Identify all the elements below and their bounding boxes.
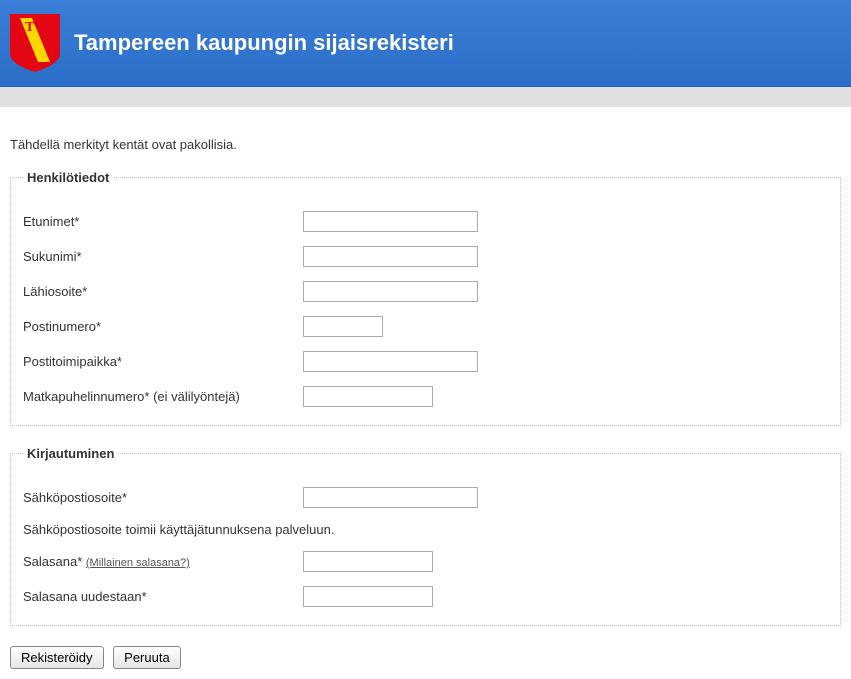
mobile-label: Matkapuhelinnumero* (ei välilyöntejä) <box>23 389 303 404</box>
password-confirm-label: Salasana uudestaan* <box>23 589 303 604</box>
password-confirm-input[interactable] <box>303 586 433 607</box>
password-confirm-row: Salasana uudestaan* <box>23 586 828 607</box>
address-label: Lähiosoite* <box>23 284 303 299</box>
firstname-input[interactable] <box>303 211 478 232</box>
city-row: Postitoimipaikka* <box>23 351 828 372</box>
page-title: Tampereen kaupungin sijaisrekisteri <box>74 30 454 56</box>
mobile-row: Matkapuhelinnumero* (ei välilyöntejä) <box>23 386 828 407</box>
lastname-label: Sukunimi* <box>23 249 303 264</box>
lastname-input[interactable] <box>303 246 478 267</box>
postalcode-label: Postinumero* <box>23 319 303 334</box>
email-label: Sähköpostiosoite* <box>23 490 303 505</box>
city-input[interactable] <box>303 351 478 372</box>
address-row: Lähiosoite* <box>23 281 828 302</box>
password-input[interactable] <box>303 551 433 572</box>
postalcode-row: Postinumero* <box>23 316 828 337</box>
city-label: Postitoimipaikka* <box>23 354 303 369</box>
personal-info-legend: Henkilötiedot <box>23 170 113 185</box>
login-legend: Kirjautuminen <box>23 446 118 461</box>
personal-info-fieldset: Henkilötiedot Etunimet* Sukunimi* Lähios… <box>10 170 841 426</box>
lastname-row: Sukunimi* <box>23 246 828 267</box>
page-header: T Tampereen kaupungin sijaisrekisteri <box>0 0 851 87</box>
tampere-logo: T <box>10 14 60 72</box>
password-row: Salasana* (Millainen salasana?) <box>23 551 828 572</box>
button-row: Rekisteröidy Peruuta <box>10 646 841 669</box>
password-label-text: Salasana* <box>23 554 86 569</box>
email-row: Sähköpostiosoite* <box>23 487 828 508</box>
mobile-input[interactable] <box>303 386 433 407</box>
email-info-text: Sähköpostiosoite toimii käyttäjätunnukse… <box>23 522 828 537</box>
postalcode-input[interactable] <box>303 316 383 337</box>
content-area: Tähdellä merkityt kentät ovat pakollisia… <box>0 107 851 679</box>
login-fieldset: Kirjautuminen Sähköpostiosoite* Sähköpos… <box>10 446 841 626</box>
cancel-button[interactable]: Peruuta <box>113 646 181 669</box>
register-button[interactable]: Rekisteröidy <box>10 646 104 669</box>
intro-text: Tähdellä merkityt kentät ovat pakollisia… <box>10 137 841 152</box>
password-label: Salasana* (Millainen salasana?) <box>23 554 303 569</box>
firstname-label: Etunimet* <box>23 214 303 229</box>
address-input[interactable] <box>303 281 478 302</box>
email-input[interactable] <box>303 487 478 508</box>
password-hint-link[interactable]: (Millainen salasana?) <box>86 557 190 569</box>
subheader-bar <box>0 87 851 107</box>
svg-text:T: T <box>25 20 35 35</box>
firstname-row: Etunimet* <box>23 211 828 232</box>
